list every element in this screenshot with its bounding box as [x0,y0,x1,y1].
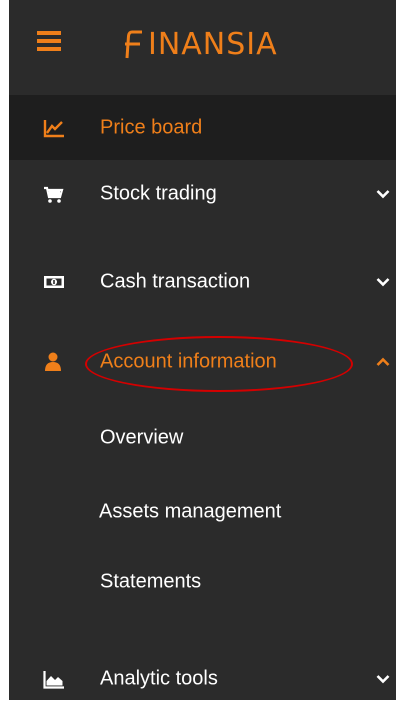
chevron-down-icon[interactable] [376,674,390,684]
cart-icon [43,183,65,205]
line-chart-icon [43,117,65,139]
menu-item-price-board[interactable]: Price board [9,95,396,160]
brand-logo[interactable]: INANSIA [124,28,278,62]
menu-item-analytic-tools[interactable]: Analytic tools [9,645,396,700]
submenu-item-label: Assets management [99,500,282,523]
chevron-down-icon[interactable] [376,189,390,199]
menu-item-account-information[interactable]: Account information [9,328,396,395]
menu-item-label: Stock trading [100,182,217,204]
submenu-item-assets-management[interactable]: Assets management [9,482,396,542]
submenu-item-overview[interactable]: Overview [9,408,396,468]
menu-item-label: Account information [100,350,277,372]
submenu-item-label: Overview [100,426,184,449]
menu-item-stock-trading[interactable]: Stock trading [9,160,396,227]
user-icon [43,351,65,373]
chevron-down-icon[interactable] [376,277,390,287]
menu-item-label: Price board [100,116,203,138]
brand-f-mark-icon [125,30,142,59]
brand-name: INANSIA [148,27,278,62]
chevron-up-icon[interactable] [376,357,390,367]
menu-item-cash-transaction[interactable]: Cash transaction [9,248,396,315]
submenu-item-statements[interactable]: Statements [9,552,396,612]
hamburger-icon[interactable] [37,31,61,51]
sidebar: INANSIA Price board Stock trading Cash t… [9,0,396,700]
menu-item-label: Analytic tools [100,667,218,689]
sidebar-header: INANSIA [9,0,396,95]
menu-item-label: Cash transaction [100,270,251,292]
area-chart-icon [43,668,65,690]
cash-icon [43,271,65,293]
submenu-item-label: Statements [100,570,202,593]
